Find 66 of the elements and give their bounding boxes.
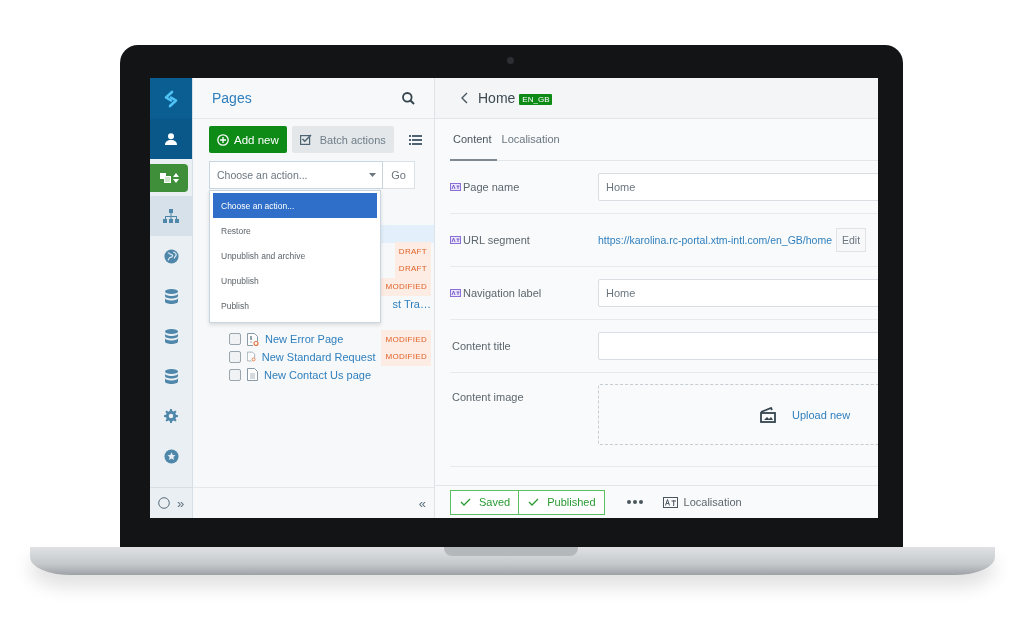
language-switcher[interactable] — [150, 164, 188, 192]
more-icon[interactable] — [626, 500, 643, 504]
dropdown-option[interactable]: Publish — [213, 293, 377, 318]
go-button[interactable]: Go — [383, 161, 415, 189]
upload-area[interactable]: Upload new — [598, 384, 878, 445]
image-upload-icon — [759, 406, 777, 423]
page-link[interactable]: New Contact Us page — [264, 368, 371, 381]
check-icon — [528, 498, 540, 506]
dropdown-option[interactable]: Choose an action... — [213, 193, 377, 218]
add-new-button[interactable]: Add new — [209, 126, 287, 153]
nav-item[interactable] — [150, 196, 192, 236]
dropdown-option[interactable]: Unpublish — [213, 268, 377, 293]
field-label: Navigation label — [463, 287, 542, 299]
row-checkbox[interactable] — [229, 368, 241, 381]
text-field[interactable] — [598, 332, 878, 360]
user-icon[interactable] — [165, 133, 177, 145]
field-label: Content title — [452, 340, 511, 352]
plus-circle-icon — [217, 133, 229, 146]
locale-badge: EN_GB — [519, 93, 553, 105]
page-title: Home — [478, 90, 516, 106]
status-badge: MODIFIED — [381, 277, 431, 296]
saved-button[interactable]: Saved — [450, 489, 520, 515]
page-link[interactable]: New Standard Request — [261, 350, 376, 363]
published-button[interactable]: Published — [518, 489, 605, 515]
sitemap-icon — [163, 209, 179, 223]
checkbox-icon — [299, 134, 312, 145]
text-field[interactable]: Home — [598, 173, 878, 201]
dropdown-option[interactable]: Unpublish and archive — [213, 243, 377, 268]
status-badge: MODIFIED — [381, 330, 431, 349]
database-icon — [164, 368, 178, 384]
database-icon — [164, 288, 178, 304]
database-icon — [164, 328, 178, 344]
upload-link[interactable]: Upload new — [792, 408, 851, 421]
field-label: URL segment — [463, 234, 530, 246]
sort-icon — [172, 173, 179, 183]
edit-button[interactable]: Edit — [836, 228, 867, 252]
list-icon[interactable] — [408, 134, 422, 145]
document-warning-icon — [247, 332, 259, 346]
row-checkbox[interactable] — [229, 350, 241, 363]
logo-icon[interactable] — [162, 89, 180, 108]
tab[interactable]: Localisation — [496, 119, 565, 161]
search-icon[interactable] — [402, 91, 415, 105]
expand-button[interactable]: » — [177, 495, 185, 511]
document-icon — [247, 368, 258, 382]
check-icon — [460, 498, 471, 506]
tab[interactable]: Content — [450, 119, 497, 161]
settings-icon — [164, 409, 178, 423]
page-link[interactable]: st Tra… — [392, 298, 431, 311]
panel-title: Pages — [212, 90, 252, 106]
field-label: Content image — [452, 391, 524, 403]
status-badge: DRAFT — [394, 242, 431, 261]
back-icon[interactable] — [461, 92, 468, 104]
page-link[interactable]: New Error Page — [265, 333, 344, 346]
url-link[interactable]: https://karolina.rc-portal.xtm-intl.com/en_GB/home — [598, 234, 832, 246]
batch-actions-button[interactable]: Batch actions — [291, 126, 394, 153]
circle-icon[interactable] — [157, 497, 170, 509]
text-field[interactable]: Home — [598, 279, 878, 307]
localisation-button[interactable]: Localisation — [656, 495, 748, 509]
collapse-button[interactable]: « — [418, 495, 426, 511]
action-select[interactable]: Choose an action... — [209, 161, 383, 189]
document-modified-icon — [247, 350, 256, 364]
dropdown-option[interactable]: Restore — [213, 218, 377, 243]
camera-dot — [507, 57, 514, 64]
row-checkbox[interactable] — [229, 333, 241, 346]
field-label: Page name — [463, 181, 520, 193]
caret-icon — [369, 173, 376, 177]
